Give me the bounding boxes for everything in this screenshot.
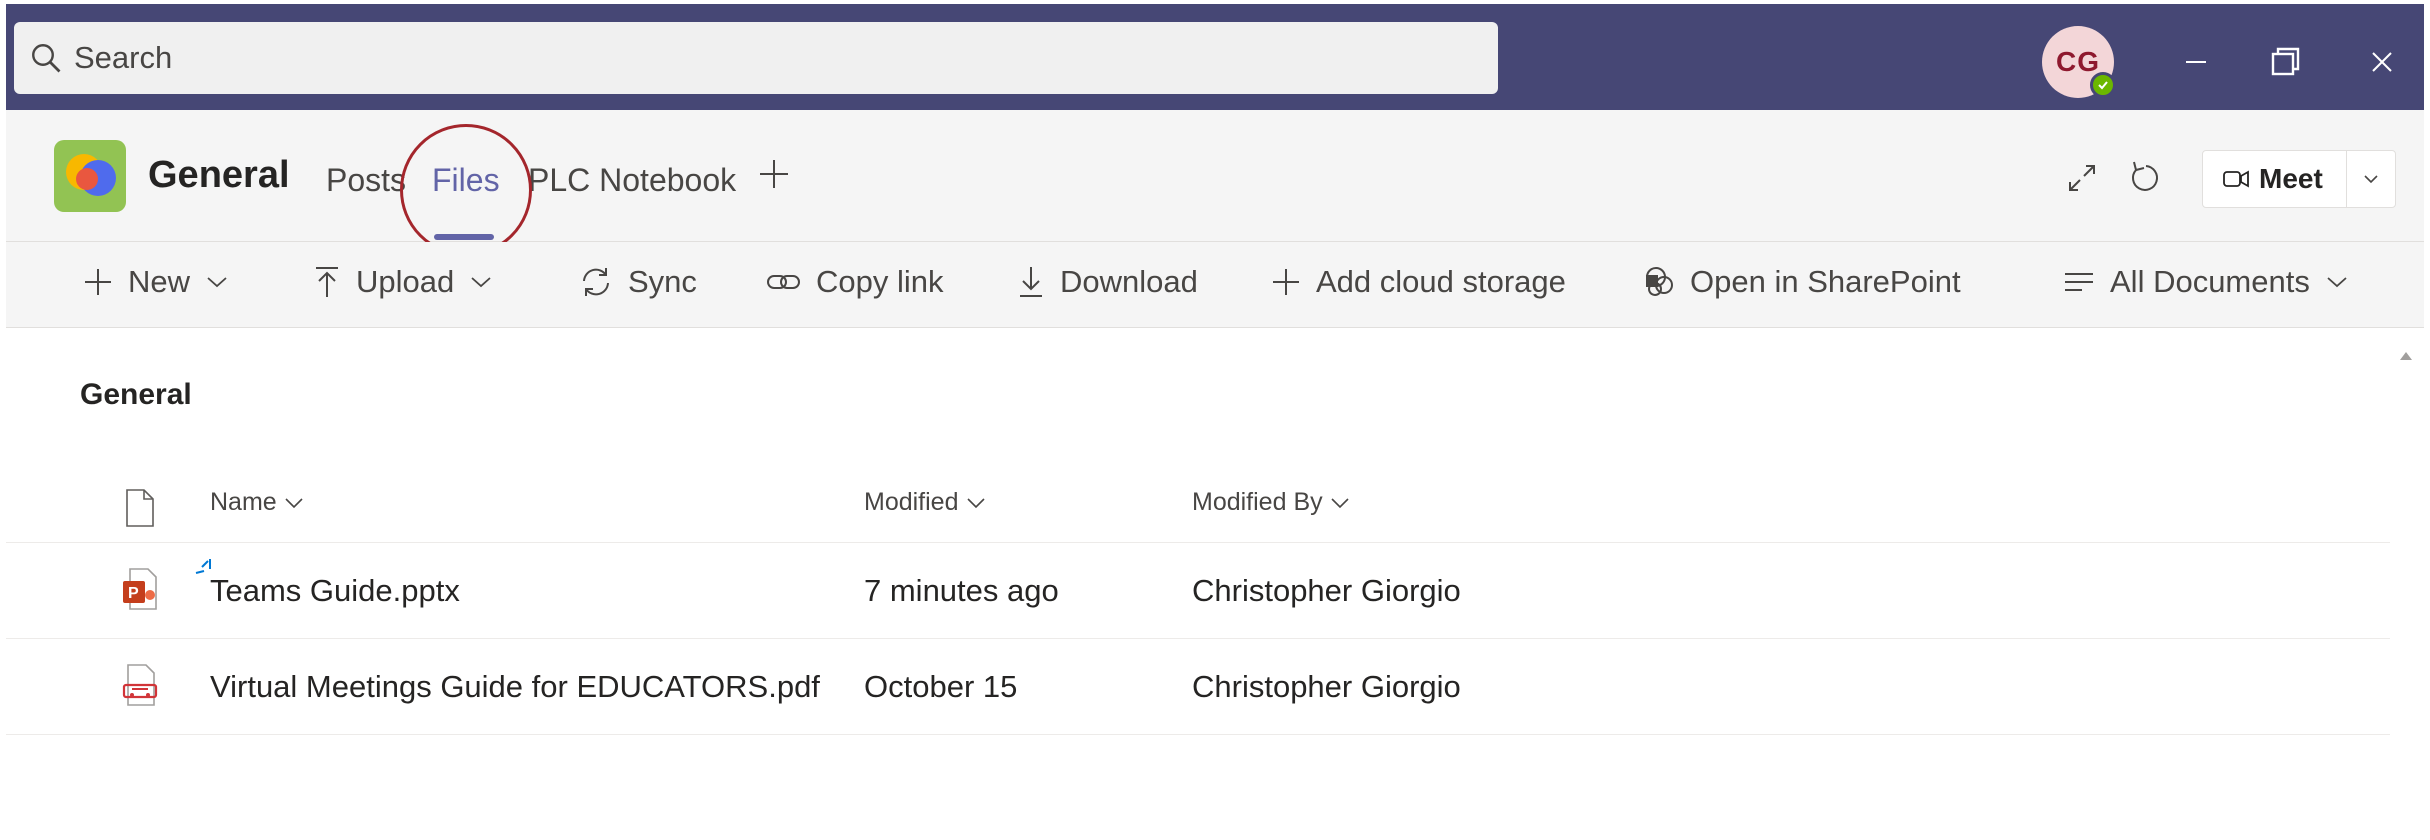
view-label: All Documents (2110, 264, 2310, 299)
pdf-file-icon (122, 664, 158, 706)
file-modified: October 15 (864, 669, 1018, 704)
column-header-name[interactable]: Name (210, 488, 305, 517)
meet-button[interactable]: Meet (2203, 151, 2347, 207)
download-button[interactable]: Download (1016, 264, 1198, 300)
open-in-sharepoint-button[interactable]: Open in SharePoint (1642, 264, 1961, 300)
avatar-initials: CG (2056, 46, 2100, 77)
library-title: General (80, 378, 192, 411)
download-label: Download (1060, 264, 1198, 299)
meet-button-group: Meet (2202, 150, 2396, 208)
chevron-down-icon (966, 497, 985, 508)
plus-icon (1273, 269, 1299, 295)
copy-link-button[interactable]: Copy link (766, 264, 944, 300)
meet-label: Meet (2259, 163, 2323, 194)
column-name-label: Name (210, 488, 277, 516)
chevron-down-icon (285, 497, 303, 508)
scroll-up-arrow-icon[interactable] (2396, 346, 2416, 366)
add-cloud-storage-label: Add cloud storage (1316, 264, 1566, 299)
column-header-modified-by[interactable]: Modified By (1192, 488, 1351, 517)
presence-available-icon (2090, 72, 2116, 98)
table-row[interactable]: Virtual Meetings Guide for EDUCATORS.pdf… (6, 639, 2390, 735)
channel-header: General Posts Files PLC Notebook Meet (6, 110, 2424, 242)
add-tab-button[interactable] (756, 156, 792, 200)
meet-dropdown-button[interactable] (2347, 151, 2395, 207)
powerpoint-file-icon: P (123, 568, 157, 610)
upload-label: Upload (356, 264, 455, 299)
search-box[interactable] (14, 22, 1498, 94)
sync-button[interactable]: Sync (578, 264, 697, 300)
open-in-sharepoint-label: Open in SharePoint (1690, 264, 1961, 299)
expand-icon[interactable] (2060, 156, 2104, 200)
upload-icon (316, 267, 338, 297)
view-selector[interactable]: All Documents (2062, 264, 2350, 300)
file-modified-by: Christopher Giorgio (1192, 573, 1461, 608)
team-logo (54, 140, 126, 212)
svg-text:P: P (128, 585, 139, 602)
sharepoint-icon (1646, 267, 1673, 296)
download-icon (1020, 267, 1042, 297)
column-modified-label: Modified (864, 488, 959, 516)
close-button[interactable] (2352, 32, 2412, 92)
chevron-down-icon (471, 277, 491, 288)
link-icon (767, 275, 800, 289)
chevron-down-icon (207, 277, 227, 288)
command-bar: New Upload Sync Copy link Download Add c… (6, 242, 2424, 328)
video-camera-icon (2223, 170, 2249, 188)
new-label: New (128, 264, 191, 299)
copy-link-label: Copy link (816, 264, 944, 299)
chevron-down-icon (2327, 277, 2347, 288)
tab-plc-notebook[interactable]: PLC Notebook (528, 162, 736, 199)
chevron-down-icon (2364, 175, 2378, 184)
channel-name: General (148, 154, 290, 196)
column-modified-by-label: Modified By (1192, 488, 1323, 516)
list-view-icon (2065, 273, 2093, 291)
file-name[interactable]: Virtual Meetings Guide for EDUCATORS.pdf (210, 669, 820, 705)
file-modified: 7 minutes ago (864, 573, 1059, 608)
title-bar: CG (6, 4, 2424, 110)
minimize-button[interactable] (2166, 32, 2226, 92)
restore-icon (2271, 47, 2300, 76)
file-type-header-icon (126, 489, 154, 527)
upload-button[interactable]: Upload (312, 264, 494, 300)
search-icon (32, 44, 61, 73)
sync-icon (583, 268, 609, 296)
annotation-circle (400, 124, 532, 256)
minimize-icon (2186, 61, 2206, 63)
table-row[interactable]: P Teams Guide.pptx 7 minutes ago Christo… (6, 543, 2390, 639)
search-input[interactable] (74, 40, 1374, 76)
sync-label: Sync (628, 264, 697, 299)
close-icon (2372, 52, 2392, 72)
new-button[interactable]: New (82, 264, 230, 300)
plus-icon (760, 160, 788, 188)
refresh-icon[interactable] (2124, 156, 2168, 200)
plus-icon (85, 269, 111, 295)
document-library: General Name Modified Modified By P Team… (6, 328, 2424, 840)
tab-posts[interactable]: Posts (326, 162, 406, 199)
restore-button[interactable] (2256, 32, 2316, 92)
add-cloud-storage-button[interactable]: Add cloud storage (1270, 264, 1566, 300)
chevron-down-icon (1331, 497, 1349, 508)
column-header-modified[interactable]: Modified (864, 488, 987, 517)
file-name[interactable]: Teams Guide.pptx (210, 573, 460, 609)
file-modified-by: Christopher Giorgio (1192, 669, 1461, 704)
